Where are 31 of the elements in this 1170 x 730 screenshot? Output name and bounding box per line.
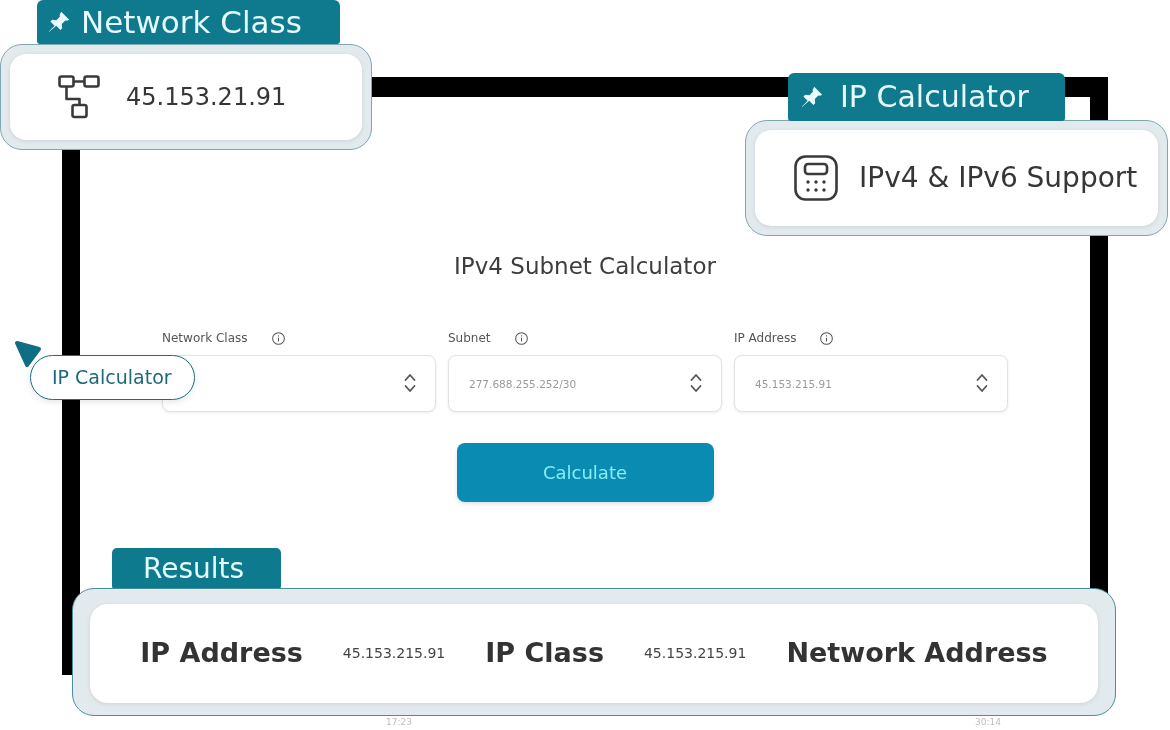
- tag-title: Network Class: [81, 6, 302, 38]
- chevron-up-down-icon: [404, 373, 416, 393]
- result-value: 45.153.215.91: [342, 644, 446, 663]
- result-label: IP Class: [485, 636, 604, 671]
- pointer-icon: [14, 340, 42, 368]
- calculate-button[interactable]: Calculate: [456, 443, 714, 502]
- network-diagram-icon: [58, 75, 100, 119]
- pin-icon: [800, 85, 824, 109]
- calculator-title: IPv4 Subnet Calculator: [454, 252, 716, 280]
- chevron-up-down-icon: [690, 373, 702, 393]
- field-label: IP Address: [734, 330, 797, 346]
- result-label: Network Address: [786, 636, 1048, 671]
- pin-icon: [47, 10, 71, 34]
- result-label: IP Address: [140, 636, 303, 671]
- chevron-up-down-icon: [976, 373, 988, 393]
- result-value: 45.153.215.91: [643, 644, 747, 663]
- label-pill: IP Calculator: [30, 355, 195, 400]
- callout-text: IPv4 & IPv6 Support: [859, 160, 1138, 196]
- field-label: Network Class: [162, 330, 248, 346]
- time-label: 30:14: [975, 717, 1001, 728]
- callout-text: 45.153.21.91: [126, 82, 287, 113]
- results-tag: Results: [112, 548, 281, 589]
- field-label: Subnet: [448, 330, 491, 346]
- select-field[interactable]: 277.688.255.252/30: [448, 355, 722, 412]
- select-field[interactable]: 45.153.215.91: [734, 355, 1008, 412]
- tag-title: IP Calculator: [840, 82, 1029, 112]
- info-icon: [271, 331, 285, 345]
- info-icon: [514, 331, 528, 345]
- calculator-icon: [794, 155, 838, 201]
- info-icon: [820, 331, 834, 345]
- time-label: 17:23: [386, 717, 412, 728]
